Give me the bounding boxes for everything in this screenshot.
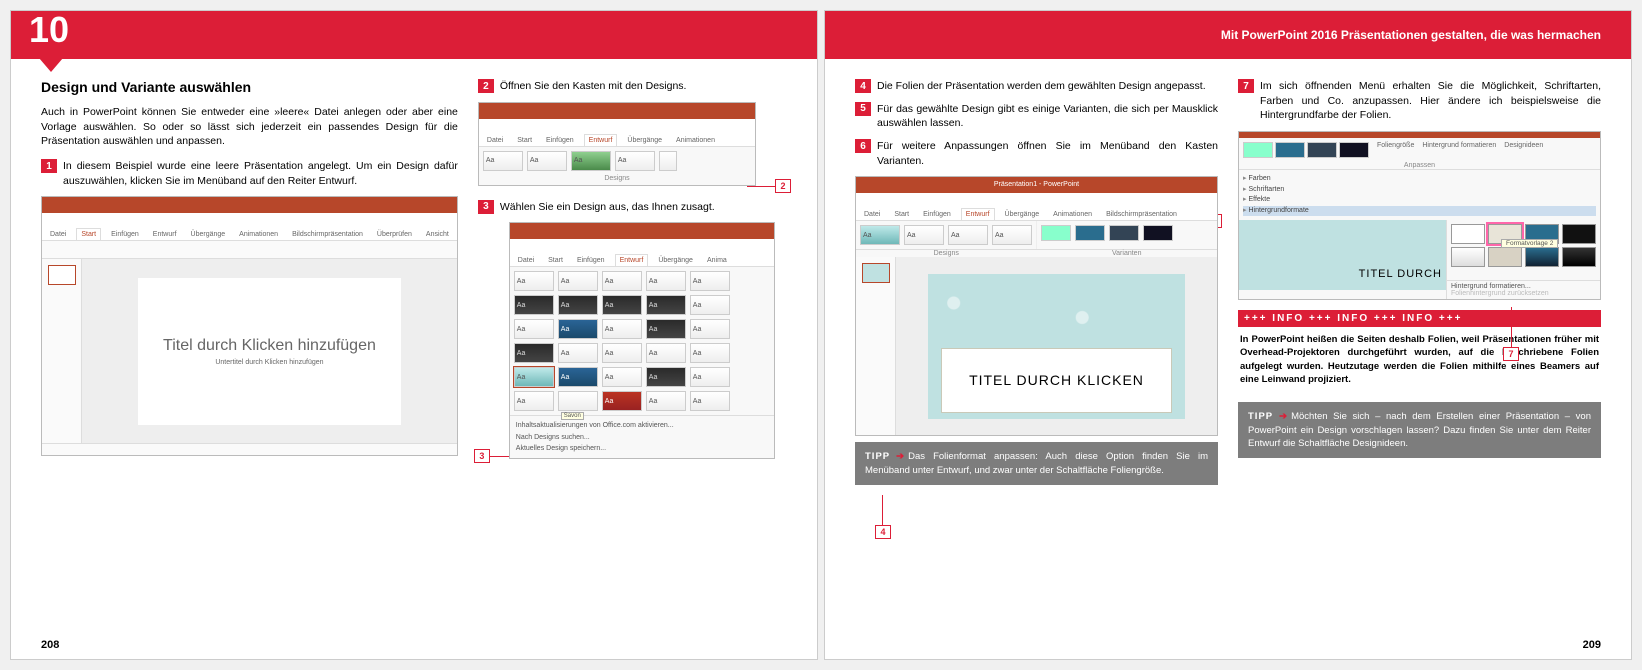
callout-7: 7: [1503, 347, 1519, 361]
slide-canvas: Titel durch Klicken hinzufügen Untertite…: [82, 259, 457, 443]
slide-with-design: TITEL DURCH KLICKEN: [928, 274, 1185, 418]
step-3: 3 Wählen Sie ein Design aus, das Ihnen z…: [478, 200, 787, 215]
tooltip: Formatvorlage 2: [1501, 239, 1558, 248]
step-6: 6 Für weitere Anpassungen öffnen Sie im …: [855, 139, 1218, 168]
arrow-icon: ➔: [1279, 411, 1287, 422]
page-left: 10 Design und Variante auswählen Auch in…: [10, 10, 818, 660]
book-spread: 10 Design und Variante auswählen Auch in…: [10, 10, 1632, 660]
screenshot-1-blank-powerpoint: Datei Start Einfügen Entwurf Übergänge A…: [41, 196, 458, 456]
step-4: 4 Die Folien der Präsentation werden dem…: [855, 79, 1218, 94]
left-page-right-column: 2 Öffnen Sie den Kasten mit den Designs.…: [478, 79, 787, 619]
step-7: 7 Im sich öffnenden Menü erhalten Sie di…: [1238, 79, 1601, 123]
callout-3: 3: [474, 449, 490, 463]
step-5: 5 Für das gewählte Design gibt es einige…: [855, 102, 1218, 131]
page-number: 209: [1583, 639, 1601, 651]
step-marker: 3: [478, 200, 494, 214]
screenshot-2-designs-ribbon: Datei Start Einfügen Entwurf Übergänge A…: [478, 102, 756, 186]
step-marker: 2: [478, 79, 494, 93]
screenshot-5-anpassen: Foliengröße Hintergrund formatieren Desi…: [1238, 131, 1601, 300]
step-2: 2 Öffnen Sie den Kasten mit den Designs.: [478, 79, 787, 94]
pp-ribbon: Datei Start Einfügen Entwurf Übergänge A…: [42, 213, 457, 241]
design-selected: Aa: [514, 367, 554, 387]
designs-gallery: Aa Aa Aa Aa: [479, 147, 755, 175]
info-text: In PowerPoint heißen die Seiten deshalb …: [1238, 327, 1601, 396]
callout-4: 4: [875, 525, 891, 539]
design-thumb: Aa: [483, 151, 523, 171]
header-right: Mit PowerPoint 2016 Präsentationen gesta…: [825, 11, 1631, 59]
right-page-right-column: 7 Im sich öffnenden Menü erhalten Sie di…: [1238, 79, 1601, 619]
title-placeholder: Titel durch Klicken hinzufügen Untertite…: [138, 278, 400, 426]
chapter-title: Mit PowerPoint 2016 Präsentationen gesta…: [1221, 28, 1601, 42]
tipp-right: TIPP➔Möchten Sie sich – nach dem Erstell…: [1238, 402, 1601, 458]
anpassen-dropdown: Farben Schriftarten Effekte Hintergrundf…: [1239, 170, 1600, 220]
header-left: 10: [11, 11, 817, 59]
page-number: 208: [41, 639, 59, 651]
intro-paragraph: Auch in PowerPoint können Sie entweder e…: [41, 105, 458, 149]
left-column: Design und Variante auswählen Auch in Po…: [41, 79, 458, 619]
callout-2: 2: [775, 179, 791, 193]
info-banner: +++ INFO +++ INFO +++ INFO +++: [1238, 310, 1601, 327]
arrow-icon: ➔: [896, 451, 904, 462]
slide-thumbnail: [48, 265, 76, 285]
right-page-left-column: 4 Die Folien der Präsentation werden dem…: [855, 79, 1218, 619]
step-1: 1 In diesem Beispiel wurde eine leere Pr…: [41, 159, 458, 188]
chapter-number: 10: [29, 9, 69, 51]
section-heading: Design und Variante auswählen: [41, 79, 458, 95]
designs-expanded: AaAaAaAaAa AaAaAaAaAa AaAaAaAaAa AaAaAaA…: [510, 267, 774, 415]
thumbnail-pane: [42, 259, 82, 443]
screenshot-4-applied-design: Präsentation1 - PowerPoint Datei Start E…: [855, 176, 1218, 436]
pp-titlebar: [42, 197, 457, 213]
tipp-left: TIPP➔Das Folienformat anpassen: Auch die…: [855, 442, 1218, 485]
step-marker: 1: [41, 159, 57, 173]
page-right: Mit PowerPoint 2016 Präsentationen gesta…: [824, 10, 1632, 660]
screenshot-3-design-grid: Datei Start Einfügen Entwurf Übergänge A…: [509, 222, 775, 459]
design-menu-footer: Inhaltsaktualisierungen von Office.com a…: [510, 415, 774, 458]
